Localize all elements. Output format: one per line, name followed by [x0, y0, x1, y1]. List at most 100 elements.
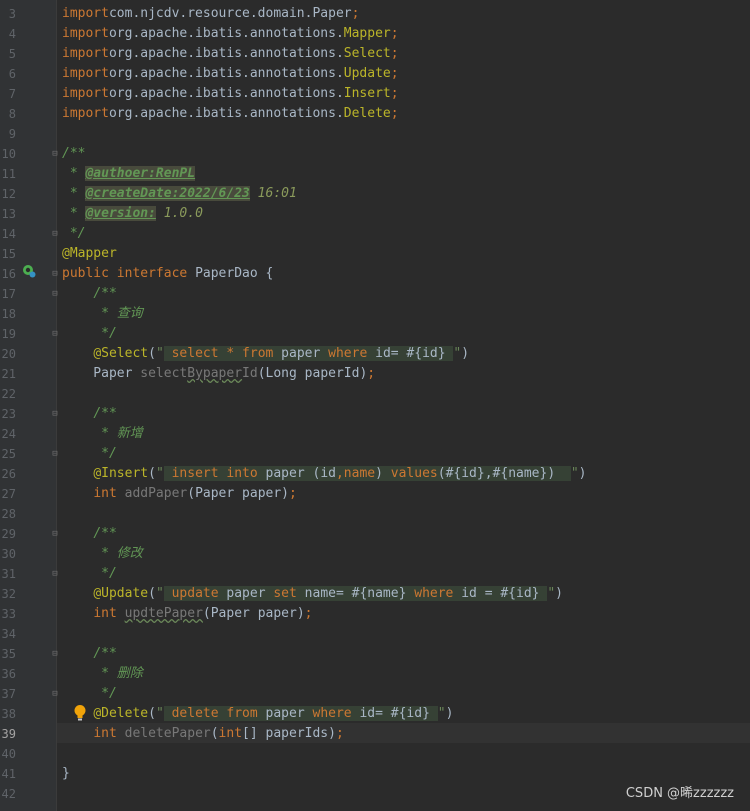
code-token: addPaper	[124, 486, 188, 501]
code-token: }	[62, 766, 70, 781]
lightbulb-icon[interactable]	[73, 704, 87, 722]
code-token: int	[93, 726, 125, 741]
code-token: /**	[62, 146, 86, 161]
code-line[interactable]: 37 ⊟ */	[0, 684, 750, 704]
code-line[interactable]: 3 importcom.njcdv.resource.domain.Paper;	[0, 4, 750, 24]
code-text: Paper selectBypaperId(Long paperId);	[62, 364, 375, 384]
line-number: 21	[1, 367, 16, 381]
line-number: 9	[8, 127, 16, 141]
code-line[interactable]: 19 ⊟ */	[0, 324, 750, 344]
line-number: 32	[1, 587, 16, 601]
fold-toggle-icon[interactable]: ⊟	[50, 524, 60, 544]
code-token: Paper	[62, 366, 141, 381]
code-text: @Update(" update paper set name= #{name}…	[62, 584, 563, 604]
code-line[interactable]: 21 Paper selectBypaperId(Long paperId);	[0, 364, 750, 384]
code-line[interactable]: 24 * 新增	[0, 424, 750, 444]
code-token: ;	[367, 366, 376, 381]
code-line[interactable]: 14 ⊟ */	[0, 224, 750, 244]
line-number: 38	[1, 707, 16, 721]
code-token: Bypaper	[187, 366, 243, 381]
code-line[interactable]: 6 importorg.apache.ibatis.annotations.Upd…	[0, 64, 750, 84]
code-line[interactable]: 39 int deletePaper(int[] paperIds);	[0, 724, 750, 744]
code-token: (Paper paper)	[202, 606, 305, 621]
code-text: importorg.apache.ibatis.annotations.Mapp…	[62, 24, 399, 44]
code-token: @Insert	[93, 466, 149, 481]
code-text: * 删除	[62, 664, 143, 684]
code-line[interactable]: 25 ⊟ */	[0, 444, 750, 464]
code-line[interactable]: 10 ⊟/**	[0, 144, 750, 164]
code-line[interactable]: 23 ⊟ /**	[0, 404, 750, 424]
fold-toggle-icon[interactable]: ⊟	[50, 644, 60, 664]
code-text: @Mapper	[62, 244, 117, 264]
code-line[interactable]: 17 ⊟ /**	[0, 284, 750, 304]
code-token: Delete	[343, 106, 391, 121]
code-line[interactable]: 28	[0, 504, 750, 524]
line-number: 40	[1, 747, 16, 761]
code-editor[interactable]: 3 importcom.njcdv.resource.domain.Paper; 4…	[0, 0, 750, 811]
code-token: org.apache.ibatis.annotations.	[108, 46, 344, 61]
code-line[interactable]: 5 importorg.apache.ibatis.annotations.Sel…	[0, 44, 750, 64]
code-token: * 删除	[93, 666, 143, 681]
code-line[interactable]: 40	[0, 744, 750, 764]
code-token: * 修改	[93, 546, 143, 561]
code-line[interactable]: 16 ⊟ public interface PaperDao {	[0, 264, 750, 284]
code-line[interactable]: 32 @Update(" update paper set name= #{na…	[0, 584, 750, 604]
fold-toggle-icon[interactable]: ⊟	[50, 264, 60, 284]
code-token: Id	[242, 366, 258, 381]
code-token: int	[218, 726, 243, 741]
code-text: */	[62, 444, 117, 464]
line-number: 31	[1, 567, 16, 581]
code-token: org.apache.ibatis.annotations.	[108, 86, 344, 101]
code-token: int	[93, 606, 125, 621]
code-line[interactable]: 9	[0, 124, 750, 144]
code-line[interactable]: 22	[0, 384, 750, 404]
code-line[interactable]: 36 * 删除	[0, 664, 750, 684]
line-number: 36	[1, 667, 16, 681]
code-line[interactable]: 31 ⊟ */	[0, 564, 750, 584]
code-line[interactable]: 41}	[0, 764, 750, 784]
code-line[interactable]: 29 ⊟ /**	[0, 524, 750, 544]
code-line[interactable]: 4 importorg.apache.ibatis.annotations.Map…	[0, 24, 750, 44]
fold-toggle-icon[interactable]: ⊟	[50, 284, 60, 304]
code-token: (	[148, 346, 156, 361]
fold-toggle-icon[interactable]: ⊟	[50, 444, 60, 464]
fold-toggle-icon[interactable]: ⊟	[50, 564, 60, 584]
spring-bean-icon[interactable]	[22, 264, 36, 278]
code-text: */	[62, 224, 86, 244]
code-line[interactable]: 35 ⊟ /**	[0, 644, 750, 664]
code-line[interactable]: 13 * @version: 1.0.0	[0, 204, 750, 224]
code-text: importcom.njcdv.resource.domain.Paper;	[62, 4, 359, 24]
fold-toggle-icon[interactable]: ⊟	[50, 224, 60, 244]
code-text: * @createDate:2022/6/23 16:01	[62, 184, 297, 204]
code-line[interactable]: 27 int addPaper(Paper paper);	[0, 484, 750, 504]
code-line[interactable]: 8 importorg.apache.ibatis.annotations.Del…	[0, 104, 750, 124]
code-line[interactable]: 12 * @createDate:2022/6/23 16:01	[0, 184, 750, 204]
code-line[interactable]: 11 * @authoer:RenPL	[0, 164, 750, 184]
code-line[interactable]: 30 * 修改	[0, 544, 750, 564]
code-token: @Update	[93, 586, 149, 601]
code-token: )	[445, 706, 454, 721]
line-number: 37	[1, 687, 16, 701]
code-line[interactable]: 15 @Mapper	[0, 244, 750, 264]
code-text: * @authoer:RenPL	[62, 164, 196, 184]
code-line[interactable]: 7 importorg.apache.ibatis.annotations.Ins…	[0, 84, 750, 104]
fold-toggle-icon[interactable]: ⊟	[50, 144, 60, 164]
code-token: */	[93, 446, 117, 461]
code-token: */	[62, 226, 86, 241]
code-line[interactable]: 38 @Delete(" delete from paper where id=…	[0, 704, 750, 724]
line-number: 35	[1, 647, 16, 661]
code-line[interactable]: 33 int updtePaper(Paper paper);	[0, 604, 750, 624]
code-token: deletePaper	[124, 726, 211, 741]
code-line[interactable]: 20 @Select(" select * from paper where i…	[0, 344, 750, 364]
fold-toggle-icon[interactable]: ⊟	[50, 404, 60, 424]
code-line[interactable]: 18 * 查询	[0, 304, 750, 324]
fold-toggle-icon[interactable]: ⊟	[50, 324, 60, 344]
code-token: Select	[343, 46, 391, 61]
code-line[interactable]: 34	[0, 624, 750, 644]
fold-toggle-icon[interactable]: ⊟	[50, 684, 60, 704]
code-line[interactable]: 26 @Insert(" insert into paper (id,name)…	[0, 464, 750, 484]
